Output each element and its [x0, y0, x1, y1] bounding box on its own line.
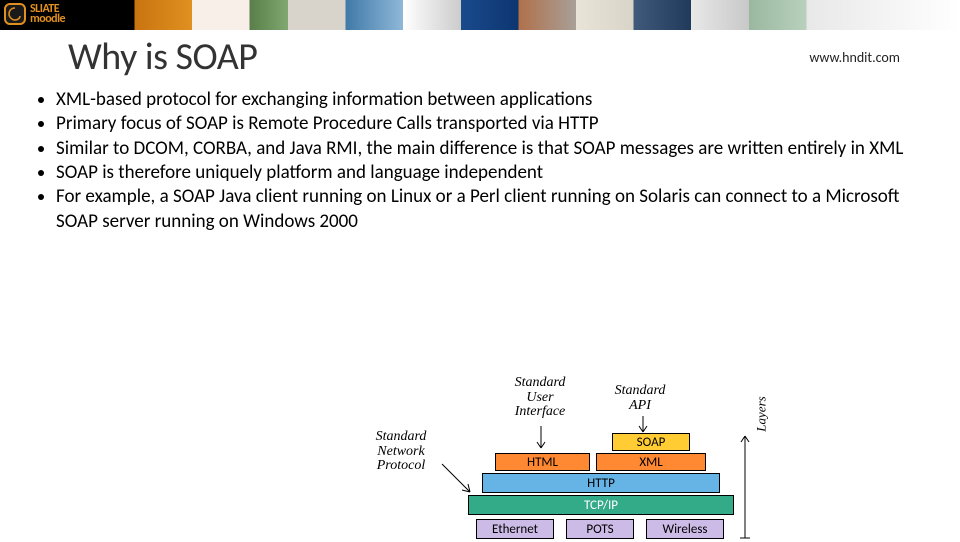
- label-std-net: Standard Network Protocol: [356, 430, 446, 474]
- box-pots: POTS: [566, 519, 634, 539]
- arrow-icon: [440, 462, 476, 498]
- title-row: Why is SOAP www.hndit.com: [0, 30, 960, 82]
- list-item: For example, a SOAP Java client running …: [56, 185, 920, 234]
- box-ethernet: Ethernet: [476, 519, 554, 539]
- box-http: HTTP: [482, 473, 720, 493]
- brand-text: SLIATE moodle: [30, 4, 65, 24]
- layer-diagram: Standard Network Protocol Standard User …: [378, 370, 768, 540]
- box-soap: SOAP: [612, 433, 690, 451]
- list-item: XML-based protocol for exchanging inform…: [56, 88, 920, 112]
- url-text: www.hndit.com: [809, 49, 900, 66]
- page-title: Why is SOAP: [68, 34, 257, 80]
- bullet-list: XML-based protocol for exchanging inform…: [0, 82, 960, 234]
- list-item: SOAP is therefore uniquely platform and …: [56, 161, 920, 185]
- box-wireless: Wireless: [646, 519, 724, 539]
- layers-axis-icon: [738, 430, 752, 542]
- box-xml: XML: [596, 453, 706, 471]
- list-item: Similar to DCOM, CORBA, and Java RMI, th…: [56, 137, 920, 161]
- arrow-icon: [534, 424, 548, 452]
- logo-swirl-icon: [4, 3, 26, 25]
- box-html: HTML: [495, 453, 590, 471]
- label-std-ui: Standard User Interface: [500, 376, 580, 420]
- list-item: Primary focus of SOAP is Remote Procedur…: [56, 112, 920, 136]
- box-tcp: TCP/IP: [468, 495, 734, 515]
- brand-bottom: moodle: [30, 12, 65, 26]
- label-std-api: Standard API: [600, 384, 680, 413]
- header-banner: SLIATE moodle: [0, 0, 960, 30]
- header-logo: SLIATE moodle: [4, 1, 65, 27]
- label-layers: Layers: [754, 396, 770, 431]
